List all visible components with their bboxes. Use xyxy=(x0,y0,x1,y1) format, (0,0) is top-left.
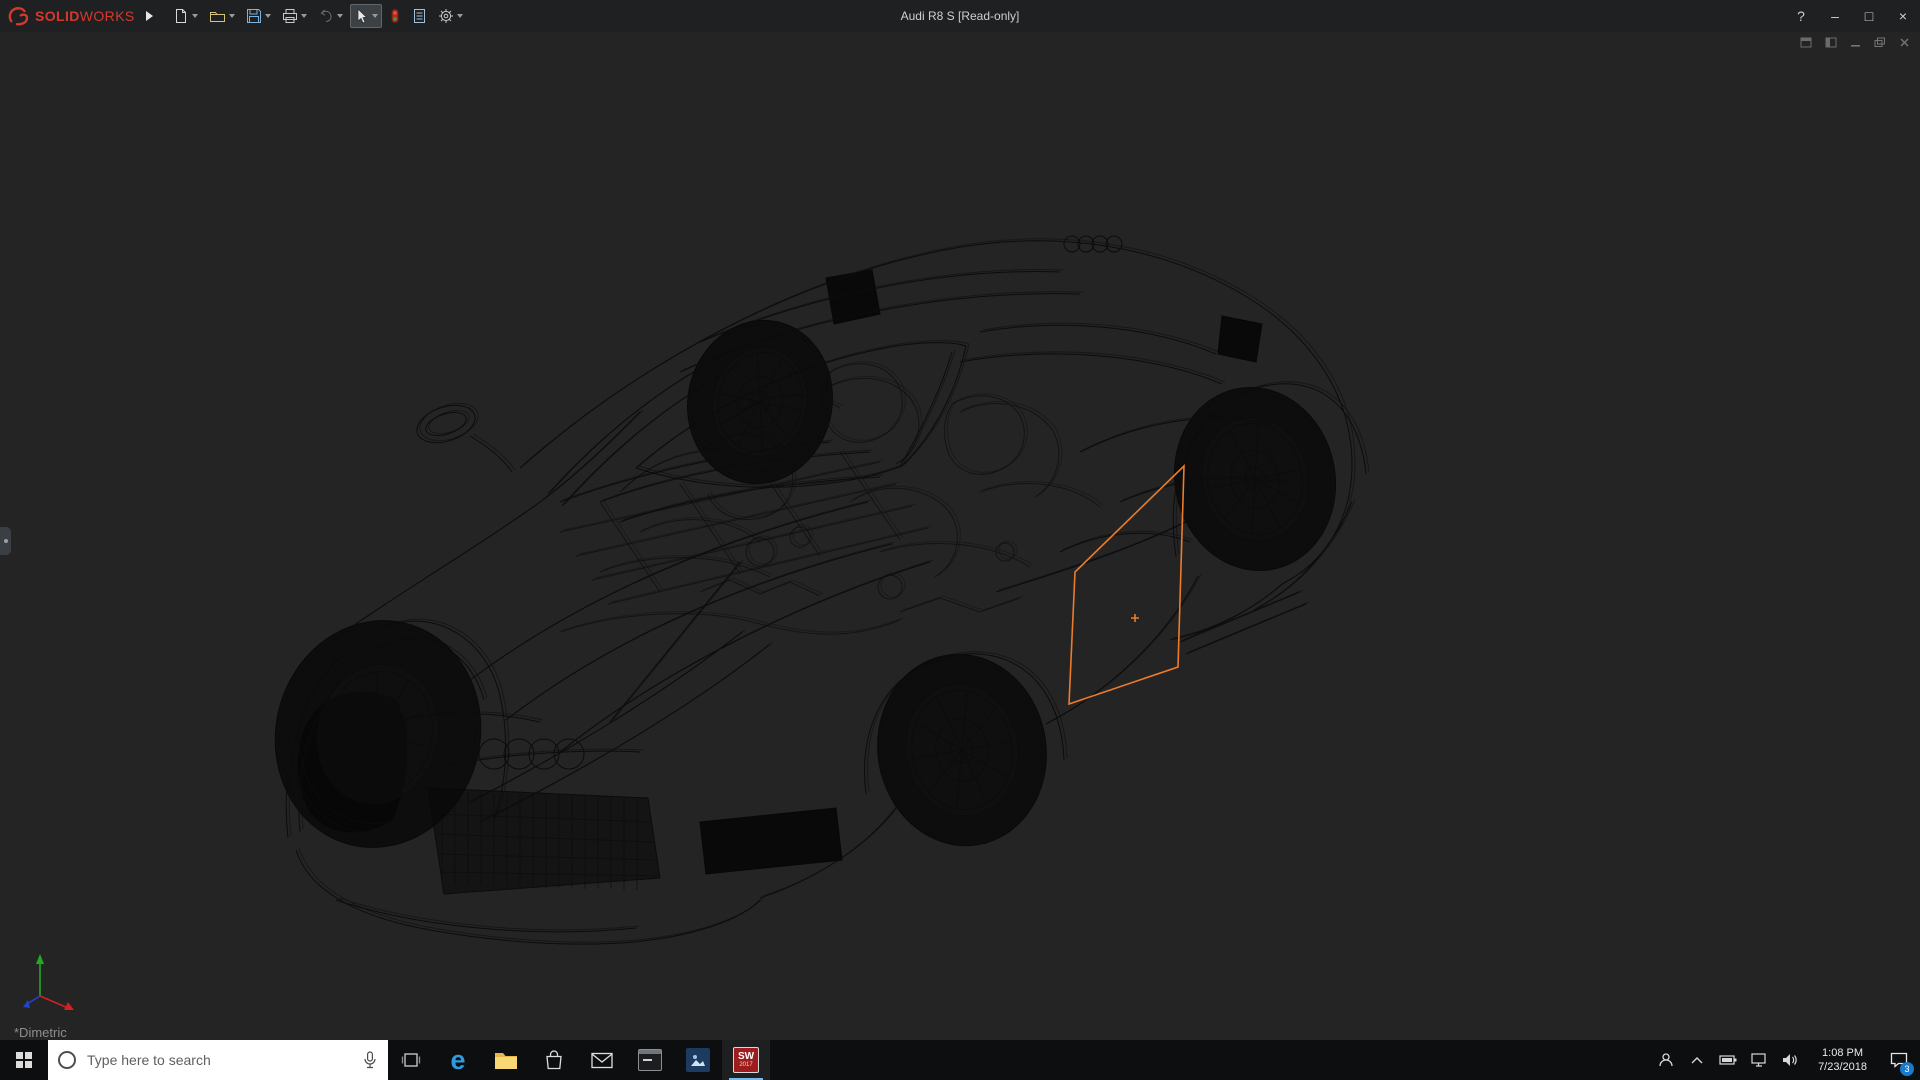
system-tray: 1:08 PM 7/23/2018 3 xyxy=(1655,1040,1920,1080)
envelope-icon xyxy=(591,1052,613,1068)
front-right-wheel xyxy=(877,653,1047,847)
file-explorer-app-icon[interactable] xyxy=(482,1040,530,1080)
doc-close-button[interactable] xyxy=(1899,37,1910,48)
save-button[interactable] xyxy=(242,4,275,28)
battery-icon xyxy=(1719,1055,1737,1065)
folder-icon xyxy=(495,1053,517,1069)
mail-app-icon[interactable] xyxy=(578,1040,626,1080)
undo-button[interactable] xyxy=(314,4,347,28)
orientation-triad xyxy=(23,954,74,1010)
clock-date: 7/23/2018 xyxy=(1818,1061,1867,1073)
pane-icon[interactable] xyxy=(1825,37,1837,48)
people-icon xyxy=(1659,1053,1673,1067)
edge-app-icon[interactable]: e xyxy=(434,1040,482,1080)
undo-arrow-icon xyxy=(320,9,332,22)
start-button[interactable] xyxy=(0,1040,48,1080)
brand-text: SOLIDWORKS xyxy=(35,8,135,24)
solidworks-emblem-icon: SW 2017 xyxy=(733,1047,759,1073)
solidworks-app-icon[interactable]: SW 2017 xyxy=(722,1040,770,1080)
close-button[interactable]: × xyxy=(1886,0,1920,32)
quick-access-toolbar xyxy=(169,4,467,28)
hidden-icons-button[interactable] xyxy=(1686,1040,1708,1080)
window-controls: ? – □ × xyxy=(1784,0,1920,32)
brand-works: WORKS xyxy=(79,8,135,24)
dropdown-caret-icon[interactable] xyxy=(456,14,463,18)
doc-restore-button[interactable] xyxy=(1874,37,1886,48)
store-app-icon[interactable] xyxy=(530,1040,578,1080)
solidworks-logo: SOLIDWORKS xyxy=(0,6,141,26)
edge-e-glyph: e xyxy=(450,1044,466,1075)
terminal-window-icon xyxy=(638,1049,662,1071)
gear-icon xyxy=(438,9,453,23)
wireframe-car-model[interactable] xyxy=(0,32,1920,1040)
dropdown-caret-icon[interactable] xyxy=(336,14,343,18)
open-document-button[interactable] xyxy=(205,4,239,28)
file-properties-icon xyxy=(413,9,425,23)
document-window-controls xyxy=(1800,37,1910,48)
task-view-icon xyxy=(401,1053,421,1067)
desktop-screen: SOLIDWORKS Audi R8 S [Read-only] ? – □ ×… xyxy=(0,0,1920,1080)
menu-flyout-button[interactable] xyxy=(141,4,159,28)
cortana-icon xyxy=(58,1051,76,1069)
sw-label: SW xyxy=(737,1051,755,1062)
pinned-apps: e SW 2017 xyxy=(434,1040,770,1080)
dropdown-caret-icon[interactable] xyxy=(191,14,198,18)
photos-emblem-icon xyxy=(686,1048,710,1072)
select-cursor-icon xyxy=(357,8,368,24)
people-button[interactable] xyxy=(1655,1040,1677,1080)
help-button[interactable]: ? xyxy=(1784,0,1818,32)
task-view-button[interactable] xyxy=(388,1040,434,1080)
clock-time: 1:08 PM xyxy=(1822,1047,1864,1059)
network-monitor-icon xyxy=(1751,1053,1766,1067)
chevron-up-icon xyxy=(1691,1057,1703,1064)
dropdown-caret-icon[interactable] xyxy=(228,14,235,18)
brand-solid: SOLID xyxy=(35,8,80,24)
network-status-button[interactable] xyxy=(1748,1040,1770,1080)
ds-logo-icon xyxy=(8,7,29,26)
new-document-button[interactable] xyxy=(169,4,202,28)
windows-taskbar: e xyxy=(0,1040,1920,1080)
dropdown-caret-icon[interactable] xyxy=(264,14,271,18)
action-center-button[interactable]: 3 xyxy=(1884,1040,1914,1080)
file-properties-button[interactable] xyxy=(408,4,431,28)
select-tool-button[interactable] xyxy=(349,4,382,28)
taskbar-clock[interactable]: 1:08 PM 7/23/2018 xyxy=(1810,1046,1875,1074)
speaker-icon xyxy=(1783,1054,1797,1066)
doc-minimize-button[interactable] xyxy=(1850,37,1861,48)
pane-icon[interactable] xyxy=(1800,37,1812,48)
new-document-icon xyxy=(175,9,186,23)
dropdown-caret-icon[interactable] xyxy=(371,14,378,18)
options-button[interactable] xyxy=(434,4,467,28)
flyout-arrow-icon xyxy=(146,11,154,21)
notification-badge: 3 xyxy=(1900,1062,1914,1076)
sw-year-label: 2017 xyxy=(739,1062,753,1068)
command-prompt-app-icon[interactable] xyxy=(626,1040,674,1080)
rebuild-traffic-light-icon xyxy=(391,9,399,23)
document-title: Audi R8 S [Read-only] xyxy=(900,9,1020,23)
dropdown-caret-icon[interactable] xyxy=(300,14,307,18)
search-input[interactable] xyxy=(85,1051,353,1069)
taskbar-search-box[interactable] xyxy=(48,1040,388,1080)
feature-panel-collapsed-tab[interactable] xyxy=(0,527,11,555)
open-folder-icon xyxy=(209,12,225,22)
microphone-icon[interactable] xyxy=(362,1051,378,1069)
volume-button[interactable] xyxy=(1779,1040,1801,1080)
view-orientation-label: *Dimetric xyxy=(14,1025,67,1040)
titlebar: SOLIDWORKS Audi R8 S [Read-only] ? – □ × xyxy=(0,0,1920,32)
tab-dot-icon xyxy=(3,539,8,543)
battery-status-button[interactable] xyxy=(1717,1040,1739,1080)
printer-icon xyxy=(282,9,297,23)
graphics-viewport[interactable]: *Dimetric xyxy=(0,32,1920,1040)
windows-logo-icon xyxy=(16,1052,32,1068)
save-floppy-icon xyxy=(246,9,261,23)
minimize-button[interactable]: – xyxy=(1818,0,1852,32)
maximize-button[interactable]: □ xyxy=(1852,0,1886,32)
print-button[interactable] xyxy=(278,4,311,28)
shopping-bag-icon xyxy=(546,1050,562,1070)
photos-app-icon[interactable] xyxy=(674,1040,722,1080)
rebuild-button[interactable] xyxy=(385,4,405,28)
